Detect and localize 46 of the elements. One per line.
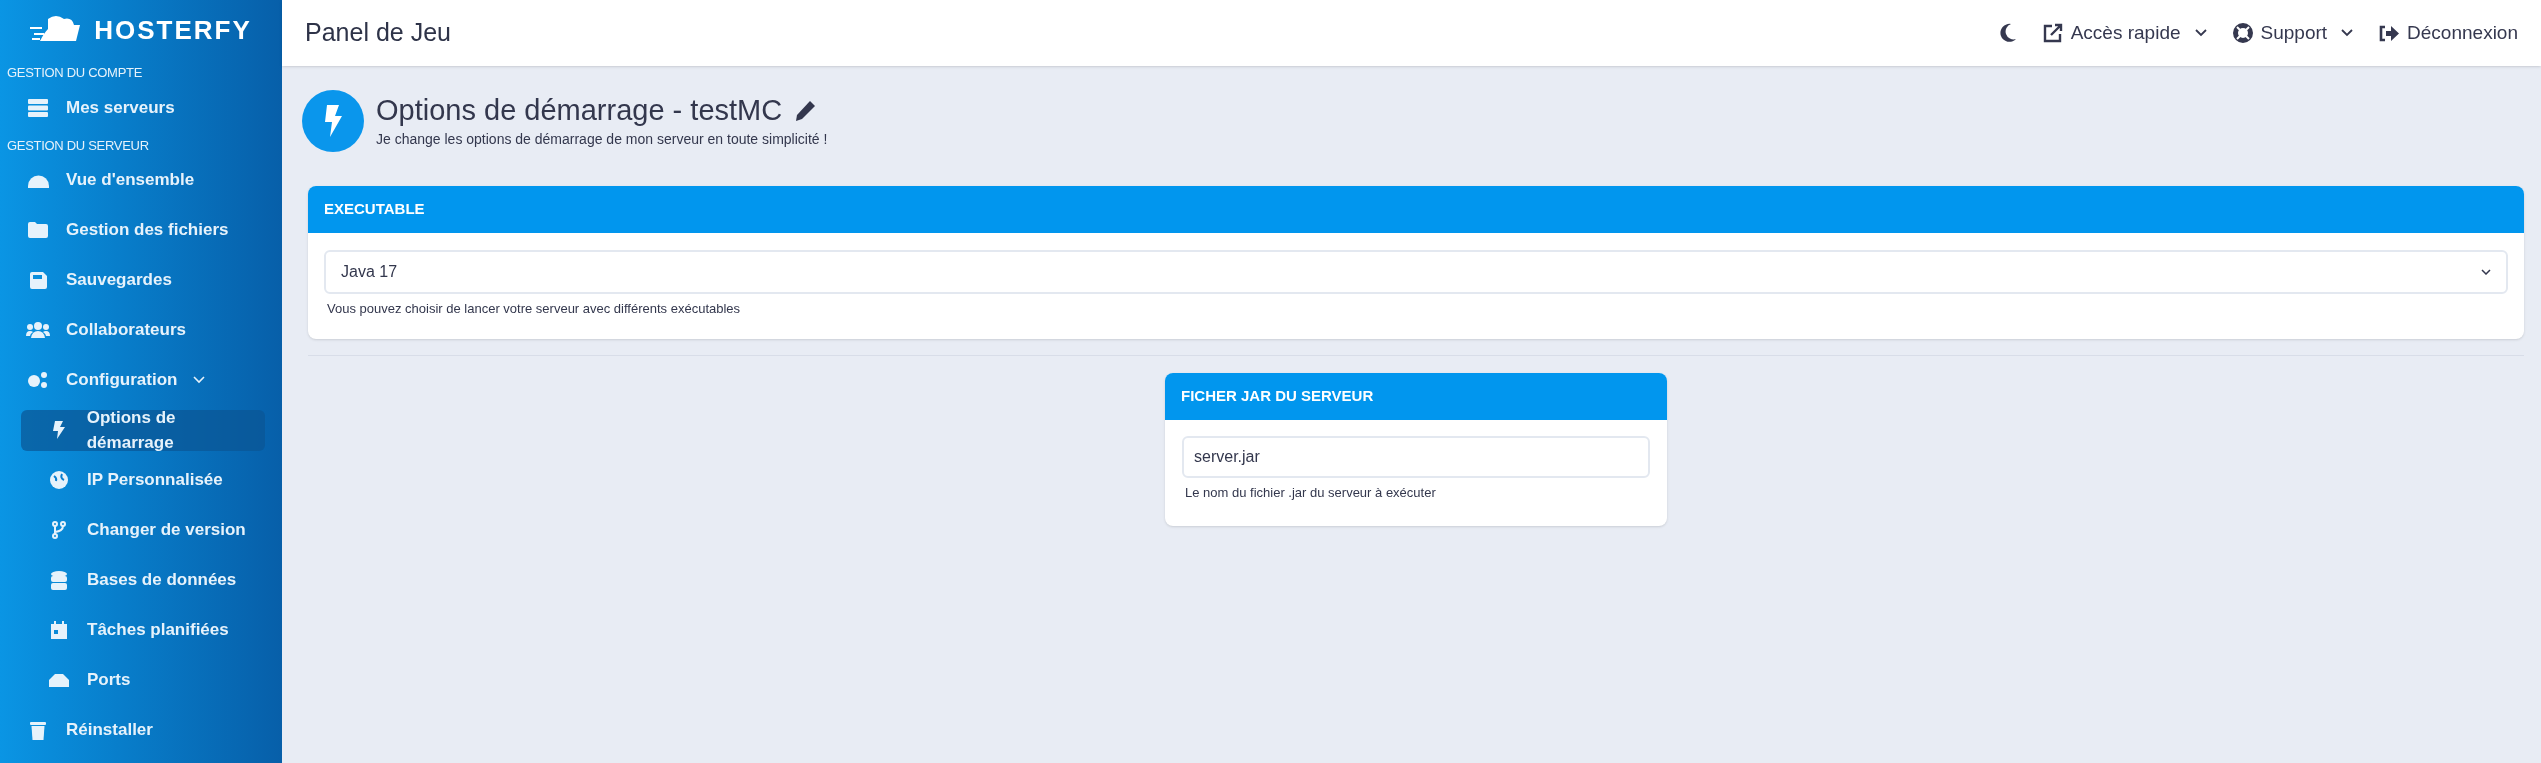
sidebar-item[interactable]: Collaborateurs bbox=[17, 309, 265, 351]
sidebar-item[interactable]: IP Personnalisée bbox=[21, 459, 265, 501]
dark-mode-icon[interactable] bbox=[1998, 23, 2017, 43]
logo-text: HOSTERFY bbox=[94, 13, 252, 47]
chevron-icon bbox=[2194, 29, 2207, 37]
chevron-icon bbox=[193, 374, 206, 386]
caret-icon bbox=[2481, 269, 2491, 275]
lifebuoy-icon bbox=[2232, 23, 2253, 43]
jar-file-field[interactable]: server.jar bbox=[1182, 435, 1650, 478]
sidebar-item[interactable]: Tâches planifiées bbox=[21, 609, 265, 651]
card-header: EXECUTABLE bbox=[308, 186, 2524, 233]
sidebar-item[interactable]: Options de démarrage bbox=[21, 409, 265, 451]
sidebar-item[interactable]: Changer de version bbox=[21, 509, 265, 551]
sidebar-item[interactable]: Configuration bbox=[17, 359, 265, 401]
globe-icon bbox=[50, 471, 68, 489]
sidebar-item[interactable]: Bases de données bbox=[21, 559, 265, 601]
section-label: GESTION DU SERVEUR bbox=[6, 136, 150, 155]
header-menu-button[interactable]: Accès rapide bbox=[2042, 18, 2207, 48]
sidebar-item[interactable]: Gestion des fichiers bbox=[17, 209, 265, 251]
sidebar-item[interactable]: Vue d'ensemble bbox=[17, 159, 265, 201]
help-text: Vous pouvez choisir de lancer votre serveur avec différents exécutables bbox=[326, 300, 742, 318]
panel-title: Panel de Jeu bbox=[305, 17, 451, 49]
sidebar-item[interactable]: Réinstaller bbox=[17, 709, 265, 751]
section-label: GESTION DU COMPTE bbox=[6, 64, 144, 82]
sidebar-item[interactable]: Mes serveurs bbox=[17, 87, 265, 128]
card-header: FICHER JAR DU SERVEUR bbox=[1165, 372, 1667, 420]
help-text: Le nom du fichier .jar du serveur à exécuter bbox=[1184, 483, 1437, 502]
server-icon bbox=[28, 98, 48, 117]
header-menu-button[interactable]: Support bbox=[2232, 18, 2354, 48]
pencil-icon[interactable] bbox=[794, 99, 817, 122]
header-menu-button[interactable]: Déconnexion bbox=[2379, 18, 2518, 48]
executable-select[interactable]: Java 17 bbox=[324, 250, 2508, 294]
page-subtitle: Je change les options de démarrage de mon serveur en toute simplicité ! bbox=[376, 129, 828, 149]
calendar-icon bbox=[51, 621, 67, 639]
sidebar-item[interactable]: Sauvegardes bbox=[17, 259, 265, 301]
database-icon bbox=[51, 570, 67, 590]
trash-icon bbox=[30, 720, 46, 740]
bolt-icon bbox=[52, 421, 65, 439]
folder-icon bbox=[28, 222, 48, 238]
logout-icon bbox=[2379, 24, 2400, 42]
users-icon bbox=[26, 322, 50, 338]
branch-icon bbox=[52, 521, 66, 539]
chevron-icon bbox=[2341, 29, 2354, 37]
external-link-icon bbox=[2042, 23, 2063, 43]
sidebar-item[interactable]: Ports bbox=[21, 659, 265, 701]
page-title: Options de démarrage - testMC bbox=[376, 93, 783, 129]
